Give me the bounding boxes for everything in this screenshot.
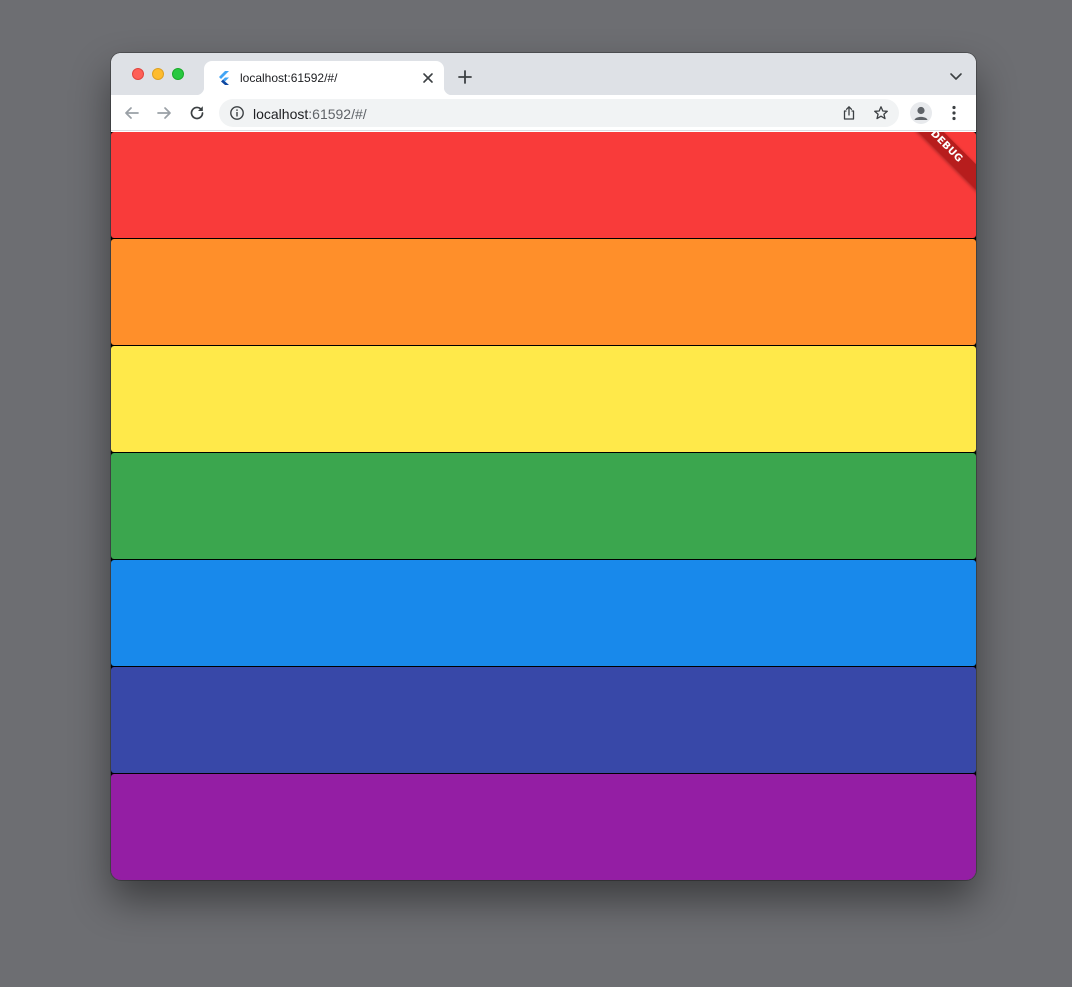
- url-text[interactable]: localhost:61592/#/: [253, 106, 367, 122]
- plus-icon[interactable]: [455, 67, 475, 87]
- share-icon[interactable]: [841, 105, 857, 121]
- arrow-right-icon[interactable]: [154, 103, 174, 123]
- info-icon[interactable]: [229, 105, 245, 121]
- color-stripe-orange: [111, 239, 976, 345]
- close-window-button[interactable]: [132, 68, 144, 80]
- vertical-dots-icon[interactable]: [946, 103, 962, 123]
- star-icon[interactable]: [873, 105, 889, 121]
- page-content: DEBUG: [111, 132, 976, 880]
- color-stripe-purple: [111, 774, 976, 880]
- url-path: :61592/#/: [308, 106, 367, 122]
- color-stripe-green: [111, 453, 976, 559]
- tab-title: localhost:61592/#/: [240, 71, 338, 85]
- color-stripe-blue: [111, 560, 976, 666]
- address-bar[interactable]: localhost:61592/#/: [219, 99, 899, 127]
- reload-icon[interactable]: [187, 103, 207, 123]
- close-icon[interactable]: [420, 70, 436, 86]
- person-icon: [914, 106, 928, 120]
- toolbar: localhost:61592/#/: [111, 95, 976, 131]
- tab-active[interactable]: localhost:61592/#/: [196, 61, 452, 95]
- browser-window: localhost:61592/#/ localhost:61592/#/ DE…: [111, 53, 976, 880]
- chevron-down-icon[interactable]: [948, 68, 964, 84]
- color-stripe-indigo: [111, 667, 976, 773]
- flutter-logo-icon: [219, 71, 229, 85]
- profile-avatar[interactable]: [910, 102, 932, 124]
- url-host: localhost: [253, 106, 309, 122]
- arrow-left-icon[interactable]: [122, 103, 142, 123]
- tab-strip: localhost:61592/#/: [111, 53, 976, 95]
- maximize-window-button[interactable]: [172, 68, 184, 80]
- color-stripe-red: [111, 132, 976, 238]
- color-stripe-yellow: [111, 346, 976, 452]
- minimize-window-button[interactable]: [152, 68, 164, 80]
